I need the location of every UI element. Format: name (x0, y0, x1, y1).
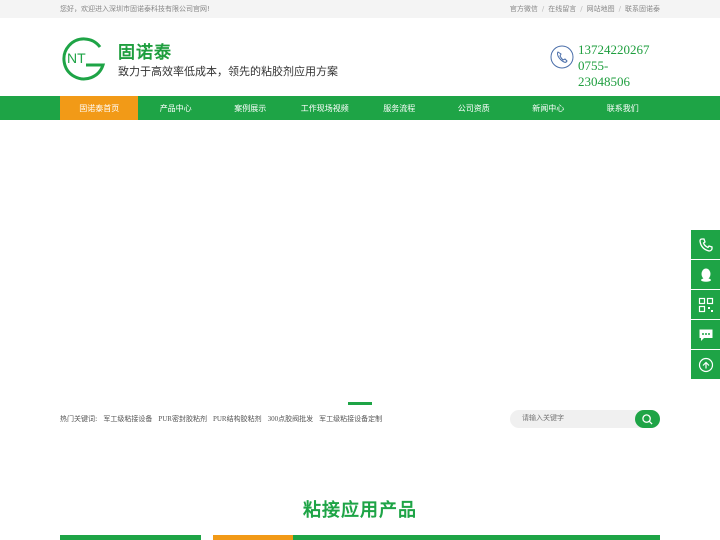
logo-icon[interactable]: NT (60, 35, 106, 81)
product-tab-active[interactable] (213, 535, 293, 540)
phone-numbers: 13724220267 0755-23048506 (578, 42, 660, 90)
link-contact[interactable]: 联系固诺泰 (625, 4, 660, 14)
search-icon (642, 413, 653, 425)
phone-icon (698, 237, 713, 252)
banner (0, 120, 720, 405)
svg-text:NT: NT (67, 50, 86, 66)
back-to-top-icon (698, 357, 713, 372)
keyword-bar: 热门关键词: 军工级粘接设备 PUR密封胶粘剂 PUR结构胶粘剂 300点胶阀批… (60, 402, 660, 446)
search-input[interactable] (522, 414, 622, 422)
search-box (510, 410, 660, 428)
side-top-button[interactable] (691, 350, 720, 379)
qq-icon (700, 268, 711, 282)
nav-news[interactable]: 新闻中心 (511, 96, 586, 120)
phone-mobile: 13724220267 (578, 42, 650, 57)
nav-home[interactable]: 固诺泰首页 (60, 96, 139, 120)
hot-keyword[interactable]: 军工级粘接设备 (103, 414, 152, 424)
side-qq-button[interactable] (691, 260, 720, 289)
nav-qualification[interactable]: 公司资质 (437, 96, 512, 120)
section-title: 粘接应用产品 (303, 500, 417, 521)
top-links: 官方微信 / 在线留言 / 网站地图 / 联系固诺泰 (509, 4, 660, 14)
hot-keywords: 热门关键词: 军工级粘接设备 PUR密封胶粘剂 PUR结构胶粘剂 300点胶阀批… (60, 414, 382, 424)
hot-keyword[interactable]: PUR结构胶粘剂 (213, 414, 262, 424)
product-tabs (60, 535, 660, 540)
header: NT 固诺泰 致力于高效率低成本，领先的粘胶剂应用方案 13724220267 … (0, 18, 720, 96)
side-phone-button[interactable] (691, 230, 720, 259)
brand-name: 固诺泰 (118, 43, 172, 63)
brand-slogan: 致力于高效率低成本，领先的粘胶剂应用方案 (118, 65, 338, 78)
link-message[interactable]: 在线留言 (548, 4, 576, 14)
hot-keyword[interactable]: 军工级粘接设备定制 (319, 414, 382, 424)
link-wechat[interactable]: 官方微信 (510, 4, 538, 14)
product-tab[interactable] (60, 535, 201, 540)
nav-cases[interactable]: 案例展示 (213, 96, 288, 120)
message-icon (699, 329, 712, 341)
qrcode-icon (698, 297, 713, 312)
link-sitemap[interactable]: 网站地图 (587, 4, 615, 14)
search-button[interactable] (635, 410, 660, 428)
product-tab[interactable] (293, 535, 660, 540)
welcome-text: 您好，欢迎进入深圳市固诺泰科技有限公司官网! (60, 5, 210, 13)
hot-keyword[interactable]: 300点胶阀批发 (268, 414, 314, 424)
top-bar: 您好，欢迎进入深圳市固诺泰科技有限公司官网! 官方微信 / 在线留言 / 网站地… (0, 0, 720, 18)
nav-products[interactable]: 产品中心 (138, 96, 213, 120)
hot-label: 热门关键词: (60, 415, 98, 423)
nav-videos[interactable]: 工作现场视频 (287, 96, 362, 120)
side-toolbar (691, 230, 720, 380)
nav-service[interactable]: 服务流程 (362, 96, 437, 120)
phone-landline: 0755-23048506 (578, 58, 630, 89)
side-qrcode-button[interactable] (691, 290, 720, 319)
side-message-button[interactable] (691, 320, 720, 349)
phone-icon (550, 45, 574, 69)
nav-contact[interactable]: 联系我们 (586, 96, 661, 120)
hot-keyword[interactable]: PUR密封胶粘剂 (158, 414, 207, 424)
main-nav: 固诺泰首页 产品中心 案例展示 工作现场视频 服务流程 公司资质 新闻中心 联系… (0, 96, 720, 120)
